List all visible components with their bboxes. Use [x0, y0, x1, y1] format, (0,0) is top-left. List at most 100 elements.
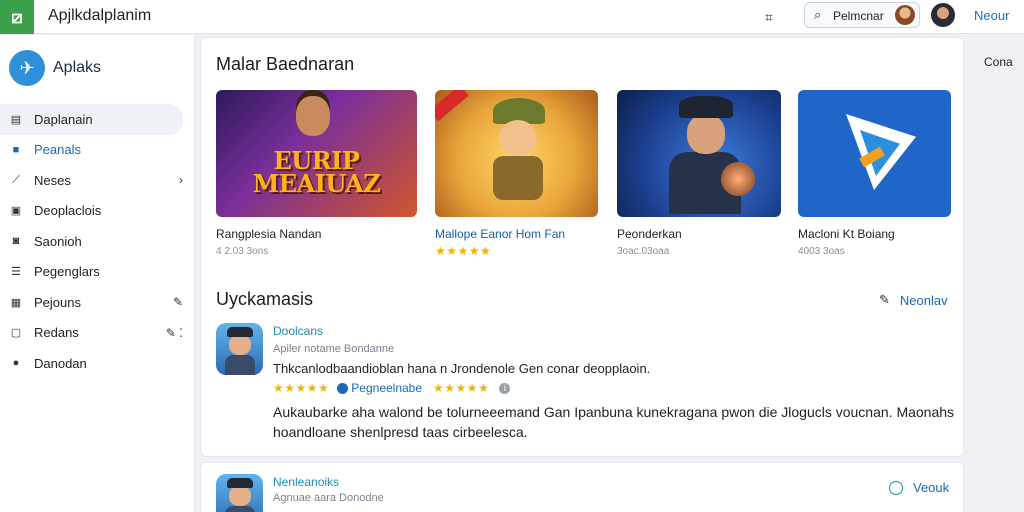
character-art	[227, 327, 253, 337]
edit-icon[interactable]: ✎ ⁚	[166, 326, 183, 340]
tag-icon	[337, 382, 349, 394]
featured-title: Malar Baednaran	[216, 54, 355, 74]
category-tag[interactable]: Pegneelnabe	[337, 381, 422, 395]
character-art	[225, 506, 255, 512]
search-profile-thumbnail[interactable]	[895, 5, 915, 25]
sidebar-item-label: Pegenglars	[34, 264, 100, 280]
sidebar-item-5[interactable]: ☰ Pegenglars	[0, 257, 195, 288]
list-title: Uyckamasis	[216, 289, 314, 309]
brand-name: Aplaks	[53, 59, 102, 76]
list-icon: ☰	[11, 266, 21, 279]
character-art	[229, 486, 251, 506]
character-art	[679, 96, 733, 118]
image-icon: ▣	[10, 205, 22, 218]
list-item-card: Nenleanoiks Agnuae aara Donodne Veouk	[200, 462, 964, 512]
list-item-title[interactable]: Doolcans	[273, 324, 323, 338]
ribbon-badge	[435, 90, 469, 122]
app-logo-icon[interactable]: ⧄	[0, 0, 34, 34]
list-item-icon[interactable]	[216, 474, 263, 512]
list-item-subtitle: Apiler notame Bondanne	[273, 343, 395, 355]
search-icon: ⌕	[814, 7, 822, 22]
list-item-action-label: Veouk	[913, 480, 950, 495]
top-link[interactable]: Neour	[974, 8, 1009, 23]
list-action-label: Neonlav	[899, 292, 948, 308]
character-art	[687, 114, 725, 154]
character-art	[296, 96, 330, 136]
top-bar: ⧄ Apjlkdalplanim ⌗ ⌕ Pelmcnar Neour	[0, 0, 1024, 34]
app-card-name: Rangplesia Nandan	[216, 227, 322, 241]
app-card-sub: 4 2.03 3ons	[216, 246, 269, 257]
sidebar-item-label: Daplanain	[34, 111, 93, 127]
info-icon[interactable]: i	[499, 382, 511, 394]
brand[interactable]: ✈ Aplaks	[9, 50, 101, 86]
app-card[interactable]: EURIP MEAIUAZ Rangplesia Nandan 4 2.03 3…	[216, 90, 417, 257]
sidebar-item-8[interactable]: ● Danodan	[0, 348, 195, 379]
sidebar-nav: ▤ Daplanain ■ Peanals ⟋ Neses › ▣ Deopla…	[0, 104, 195, 379]
sidebar-item-2[interactable]: ⟋ Neses ›	[0, 165, 195, 196]
list-action-link[interactable]: ✎ Neonlav	[879, 292, 948, 308]
character-art	[227, 478, 253, 488]
app-card[interactable]: Macloni Kt Boiang 4003 3oas	[798, 90, 951, 257]
sidebar-item-label: Danodan	[34, 355, 87, 371]
list-item-icon[interactable]	[216, 323, 263, 375]
camera-icon: ◙	[12, 235, 20, 248]
crop-icon[interactable]: ⌗	[758, 6, 780, 28]
app-card-sub: 4003 3oas	[798, 246, 845, 257]
clipboard-icon: ▢	[10, 327, 22, 340]
search-input[interactable]: ⌕ Pelmcnar	[804, 2, 920, 28]
list-item-title[interactable]: Nenleanoiks	[273, 475, 339, 489]
sidebar-item-label: Peanals	[34, 142, 81, 158]
character-art	[225, 355, 255, 375]
sidebar: ✈ Aplaks ▤ Daplanain ■ Peanals ⟋ Neses ›…	[0, 35, 195, 512]
app-card-image[interactable]	[798, 90, 951, 217]
grid-icon: ▦	[10, 296, 22, 309]
app-card[interactable]: Peonderkan 3oac.03oaa	[617, 90, 781, 257]
search-text: Pelmcnar	[833, 9, 884, 23]
document-icon: ▤	[10, 113, 22, 126]
list-item-action[interactable]: Veouk	[889, 480, 949, 495]
app-card-name: Peonderkan	[617, 227, 682, 241]
app-card-image[interactable]: EURIP MEAIUAZ	[216, 90, 417, 217]
rating-stars: ★★★★★	[433, 381, 490, 395]
sidebar-item-3[interactable]: ▣ Deoplaclois	[0, 196, 195, 227]
avatar[interactable]	[931, 3, 955, 27]
app-card[interactable]: Mallope Eanor Hom Fan ★★★★★	[435, 90, 598, 258]
character-art	[721, 162, 755, 196]
app-card-art-text: EURIP MEAIUAZ	[252, 146, 381, 198]
pencil-icon[interactable]: ✎	[173, 295, 183, 309]
sidebar-item-1[interactable]: ■ Peanals	[0, 135, 195, 166]
sidebar-item-label: Saonioh	[34, 233, 82, 249]
rocket-icon: ✈	[9, 50, 45, 86]
app-card-image[interactable]	[617, 90, 781, 217]
list-item-meta: ★★★★★ Pegneelnabe ★★★★★ i	[273, 381, 511, 395]
character-art	[493, 156, 543, 200]
sidebar-item-6[interactable]: ▦ Pejouns ✎	[0, 287, 195, 318]
rating-stars: ★★★★★	[435, 244, 492, 258]
list-item-description: Thkcanlodbaandioblan hana n Jrondenole G…	[273, 361, 651, 376]
sidebar-item-7[interactable]: ▢ Redans ✎ ⁚	[0, 318, 195, 349]
app-card-image[interactable]	[435, 90, 598, 217]
app-card-name: Macloni Kt Boiang	[798, 227, 895, 241]
sidebar-item-label: Deoplaclois	[34, 203, 102, 219]
list-item-body: Aukaubarke aha walond be tolurneeemand G…	[273, 404, 955, 440]
sidebar-item-label: Pejouns	[34, 294, 81, 310]
sidebar-item-label: Redans	[34, 325, 79, 341]
rating-stars: ★★★★★	[273, 381, 330, 395]
sidebar-item-0[interactable]: ▤ Daplanain	[0, 104, 183, 135]
app-card-name: Mallope Eanor Hom Fan	[435, 227, 566, 241]
app-title: Apjlkdalplanim	[48, 7, 152, 24]
character-art	[499, 120, 537, 156]
app-card-sub: 3oac.03oaa	[617, 246, 670, 257]
bookmark-icon: ■	[12, 143, 20, 156]
sidebar-item-4[interactable]: ◙ Saonioh	[0, 226, 195, 257]
right-side-label: Cona	[984, 55, 1013, 69]
main-panel: Malar Baednaran EURIP MEAIUAZ Rangplesia…	[200, 37, 964, 457]
list-item-subtitle: Agnuae aara Donodne	[273, 492, 384, 504]
trend-icon: ⟋	[12, 173, 20, 186]
pencil-icon: ✎	[879, 292, 890, 307]
palette-icon: ●	[12, 357, 20, 370]
category-tag-label: Pegneelnabe	[351, 381, 423, 395]
view-icon	[889, 480, 903, 495]
character-art	[229, 335, 251, 355]
chevron-right-icon[interactable]: ›	[179, 173, 183, 187]
